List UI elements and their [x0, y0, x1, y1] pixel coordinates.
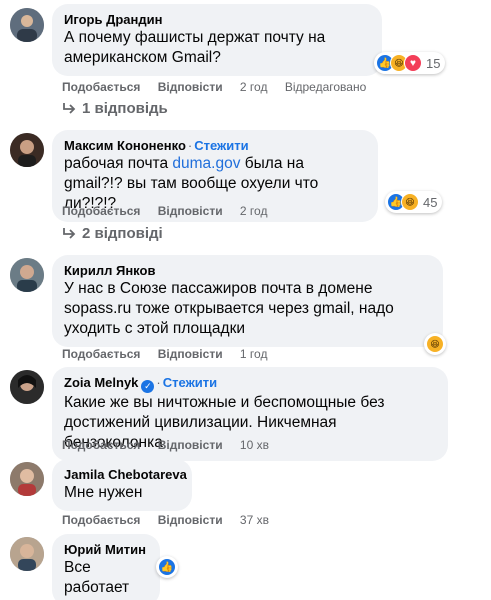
comment-text: У нас в Союзе пассажиров почта в домене … [64, 280, 394, 337]
reaction-count: 15 [426, 55, 441, 71]
comment-timestamp[interactable]: 2 год [240, 80, 268, 94]
replies-count-label: 1 відповідь [82, 100, 168, 117]
comment-text: Все работает [64, 559, 130, 596]
reply-arrow-icon [63, 103, 76, 114]
reply-button[interactable]: Відповісти [158, 347, 223, 361]
like-button[interactable]: Подобається [62, 438, 140, 452]
haha-reaction-icon: 😆 [401, 193, 419, 211]
comment-bubble: Игорь Драндин А почему фашисты держат по… [52, 4, 382, 76]
comment-actions: Подобається Відповісти 2 год Відредагова… [62, 79, 380, 95]
reaction-summary[interactable]: 😆 [424, 333, 446, 355]
reaction-count: 45 [423, 194, 438, 210]
comment-text-part: рабочая почта [64, 155, 173, 172]
reply-button[interactable]: Відповісти [158, 438, 223, 452]
follow-button[interactable]: Стежити [163, 375, 217, 390]
comment-timestamp[interactable]: 1 год [240, 347, 268, 361]
like-button[interactable]: Подобається [62, 347, 140, 361]
verified-badge-icon: ✓ [141, 380, 155, 393]
comment-bubble: Юрий Митин Все работает [52, 534, 160, 600]
haha-reaction-icon: 😆 [426, 335, 444, 353]
like-reaction-icon: 👍 [158, 558, 176, 576]
view-replies-link[interactable]: 1 відповідь [62, 99, 168, 119]
domain-link[interactable]: duma.gov [172, 155, 240, 172]
comment-author[interactable]: Jamila Chebotareva [64, 467, 187, 482]
comment-author[interactable]: Игорь Драндин [64, 12, 162, 27]
view-replies-link[interactable]: 2 відповіді [62, 224, 163, 244]
edited-label: Відредаговано [284, 80, 367, 94]
reply-button[interactable]: Відповісти [158, 80, 223, 94]
comment-author[interactable]: Максим Кононенко [64, 138, 186, 153]
avatar[interactable] [10, 258, 44, 292]
reaction-summary[interactable]: 👍 😆 45 [385, 191, 443, 213]
comment-timestamp[interactable]: 37 хв [240, 513, 269, 527]
avatar[interactable] [10, 133, 44, 167]
comment-author[interactable]: Кирилл Янков [64, 263, 155, 278]
avatar[interactable] [10, 8, 44, 42]
comment-bubble: Кирилл Янков У нас в Союзе пассажиров по… [52, 255, 443, 347]
reply-arrow-icon [63, 228, 76, 239]
comment-text: А почему фашисты держат почту на америка… [64, 29, 326, 66]
comment-actions: Подобається Відповісти 10 хв [62, 437, 283, 453]
comment-timestamp[interactable]: 2 год [240, 204, 268, 218]
reaction-summary[interactable]: 👍 [156, 556, 178, 578]
replies-count-label: 2 відповіді [82, 225, 163, 242]
comment-actions: Подобається Відповісти 1 год [62, 346, 281, 362]
comment-author[interactable]: Юрий Митин [64, 542, 146, 557]
heart-reaction-icon: ♥ [404, 54, 422, 72]
reply-button[interactable]: Відповісти [158, 513, 223, 527]
comment-actions: Подобається Відповісти 2 год [62, 203, 281, 219]
avatar[interactable] [10, 462, 44, 496]
like-button[interactable]: Подобається [62, 204, 140, 218]
like-button[interactable]: Подобається [62, 513, 140, 527]
like-button[interactable]: Подобається [62, 80, 140, 94]
comment-author[interactable]: Zoia Melnyk [64, 375, 138, 390]
comment-bubble: Jamila Chebotareva Мне нужен [52, 459, 192, 511]
comment-timestamp[interactable]: 10 хв [240, 438, 269, 452]
avatar[interactable] [10, 537, 44, 571]
follow-button[interactable]: Стежити [194, 138, 248, 153]
separator-dot: · [187, 138, 193, 153]
separator-dot: · [156, 375, 161, 390]
reply-button[interactable]: Відповісти [158, 204, 223, 218]
comment-text: Мне нужен [64, 484, 143, 501]
comment-actions: Подобається Відповісти 37 хв [62, 512, 283, 528]
reaction-summary[interactable]: 👍 😆 ♥ 15 [374, 52, 446, 74]
avatar[interactable] [10, 370, 44, 404]
